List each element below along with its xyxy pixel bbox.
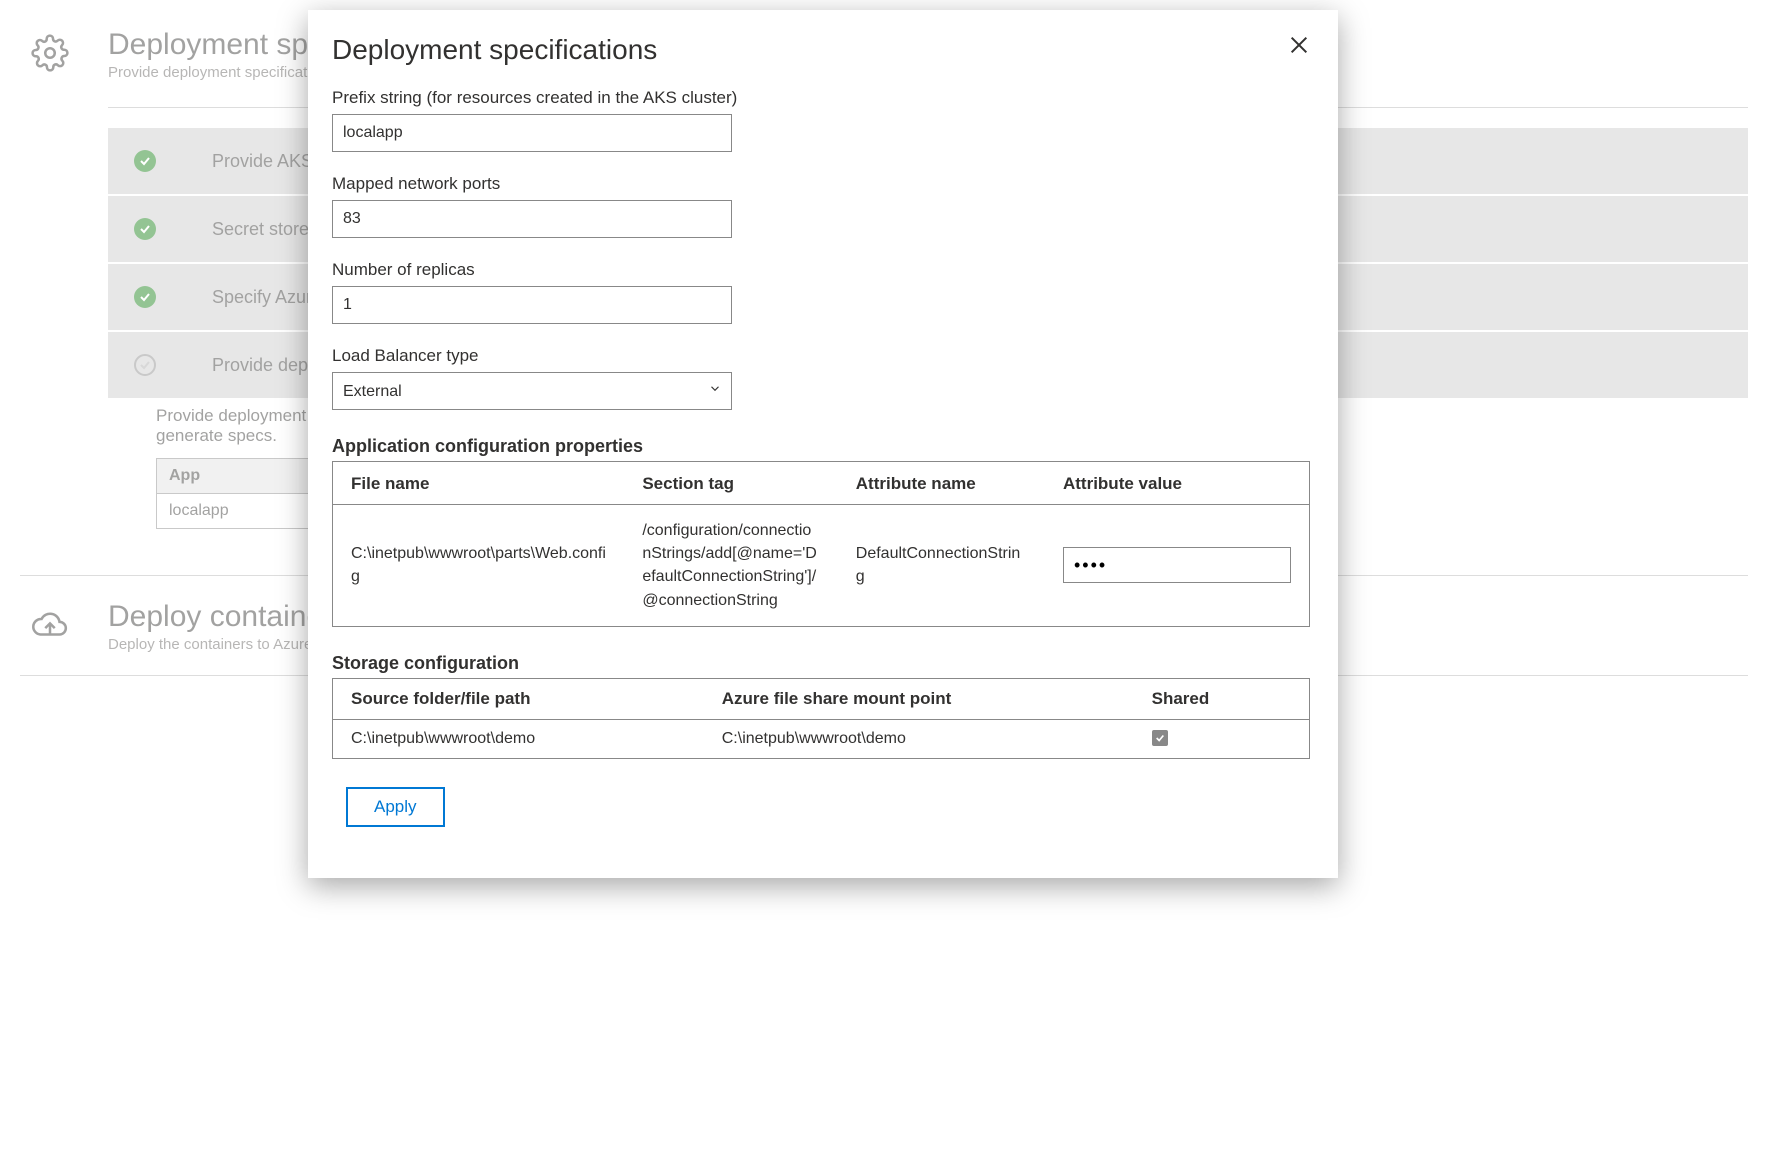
ports-input[interactable] [332,200,732,238]
section-tag-cell: /configuration/connectionStrings/add[@na… [642,519,819,612]
storage-row: C:\inetpub\wwwroot\demo C:\inetpub\wwwro… [333,719,1310,758]
prefix-field: Prefix string (for resources created in … [332,88,1310,152]
storage-config-header: Storage configuration [332,653,1310,674]
modal-title: Deployment specifications [332,34,1310,66]
source-path-cell: C:\inetpub\wwwroot\demo [333,719,704,758]
replicas-field: Number of replicas [332,260,1310,324]
modal-overlay: Deployment specifications Prefix string … [0,0,1768,1170]
col-source-header: Source folder/file path [333,678,704,719]
col-tag-header: Section tag [624,462,837,505]
shared-checkbox[interactable] [1152,730,1168,746]
lb-label: Load Balancer type [332,346,1310,366]
mount-point-cell: C:\inetpub\wwwroot\demo [704,719,1134,758]
lb-field: Load Balancer type External [332,346,1310,410]
app-config-row: C:\inetpub\wwwroot\parts\Web.config /con… [333,505,1310,627]
attr-value-input[interactable] [1063,547,1291,583]
deployment-specs-modal: Deployment specifications Prefix string … [308,10,1338,878]
close-icon[interactable] [1284,30,1314,60]
ports-field: Mapped network ports [332,174,1310,238]
attr-name-cell: DefaultConnectionString [856,542,1027,588]
col-mount-header: Azure file share mount point [704,678,1134,719]
prefix-label: Prefix string (for resources created in … [332,88,1310,108]
col-val-header: Attribute value [1045,462,1310,505]
replicas-input[interactable] [332,286,732,324]
ports-label: Mapped network ports [332,174,1310,194]
app-config-header: Application configuration properties [332,436,1310,457]
col-attr-header: Attribute name [838,462,1045,505]
lb-select[interactable]: External [332,372,732,410]
prefix-input[interactable] [332,114,732,152]
replicas-label: Number of replicas [332,260,1310,280]
apply-button[interactable]: Apply [346,787,445,827]
storage-config-table: Source folder/file path Azure file share… [332,678,1310,759]
file-name-cell: C:\inetpub\wwwroot\parts\Web.config [351,542,606,588]
col-file-header: File name [333,462,625,505]
app-config-table: File name Section tag Attribute name Att… [332,461,1310,627]
col-shared-header: Shared [1134,678,1310,719]
